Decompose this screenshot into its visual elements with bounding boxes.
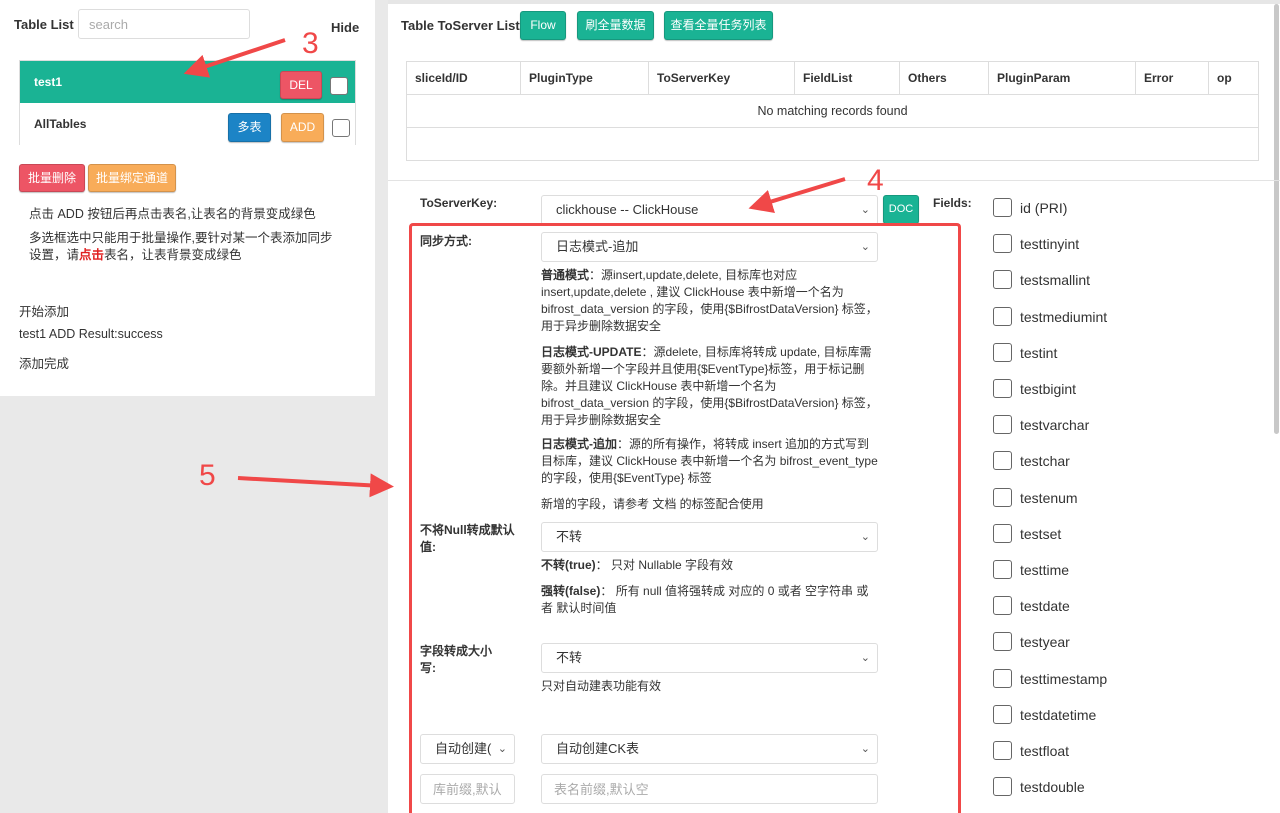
annotation-arrows — [183, 38, 846, 498]
arrow-4 — [748, 177, 846, 213]
arrow-5 — [237, 473, 394, 498]
arrow-3 — [183, 38, 286, 78]
